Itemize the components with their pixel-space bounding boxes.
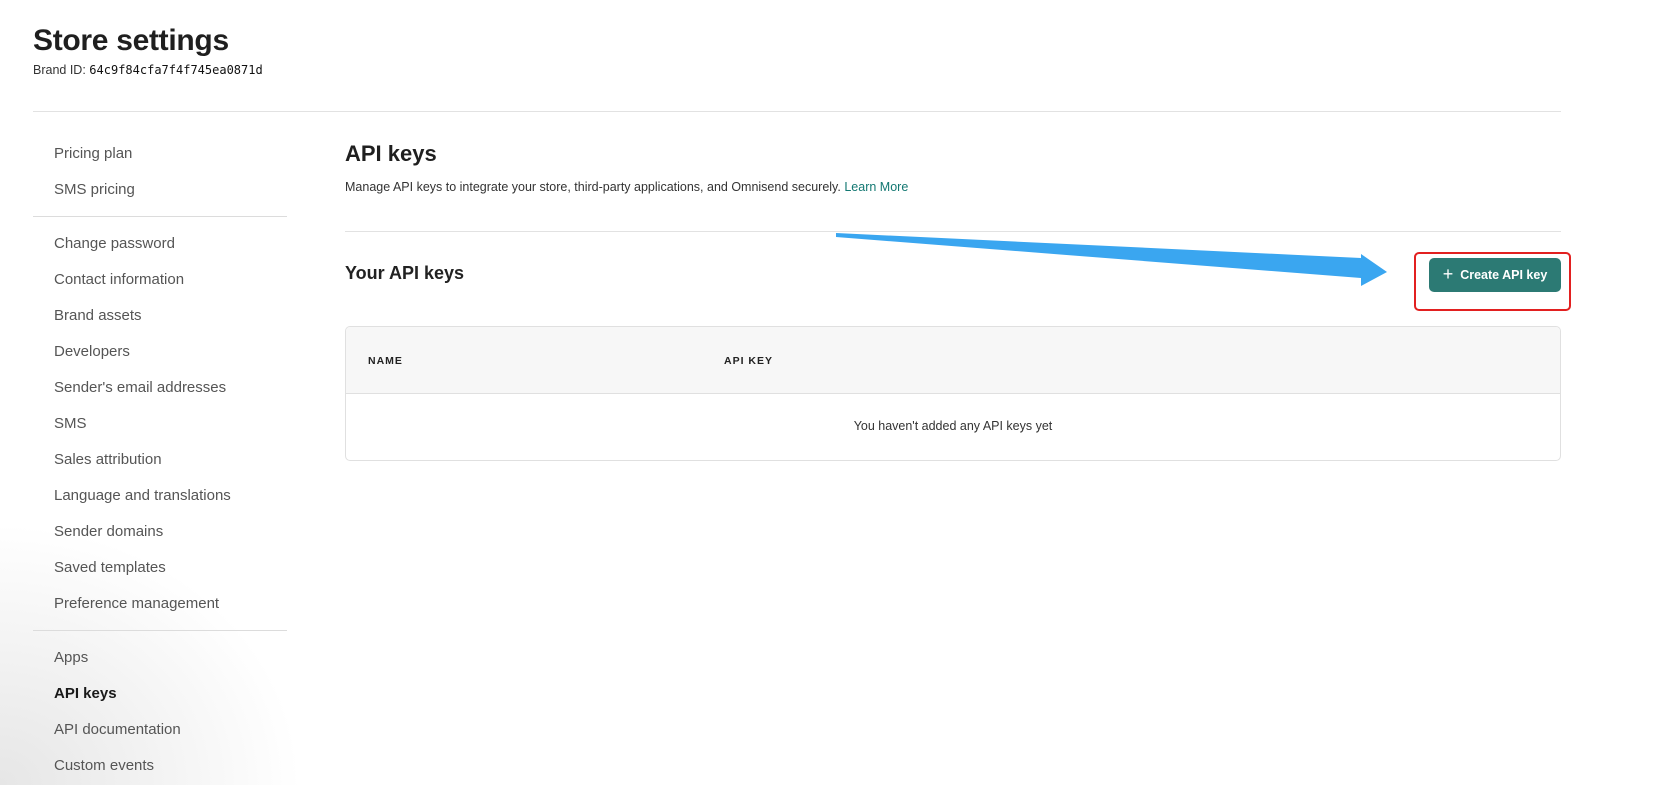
section-title: API keys bbox=[345, 141, 437, 166]
sidebar-item-api-keys[interactable]: API keys bbox=[54, 676, 287, 712]
sidebar-item-pricing-plan[interactable]: Pricing plan bbox=[54, 136, 287, 172]
your-api-keys-title: Your API keys bbox=[345, 263, 465, 283]
sidebar-item-sms[interactable]: SMS bbox=[54, 406, 287, 442]
plus-icon: + bbox=[1442, 264, 1454, 284]
column-header-api-key: API KEY bbox=[724, 355, 774, 367]
learn-more-link[interactable]: Learn More bbox=[844, 180, 908, 194]
sidebar-item-saved-templates[interactable]: Saved templates bbox=[54, 550, 287, 586]
description-text: Manage API keys to integrate your store,… bbox=[345, 180, 841, 194]
brand-id-label: Brand ID: bbox=[33, 63, 86, 77]
create-api-key-label: Create API key bbox=[1460, 268, 1548, 282]
sidebar-divider bbox=[33, 216, 287, 217]
section-divider bbox=[345, 231, 1561, 232]
sidebar-group: Apps API keys API documentation Custom even… bbox=[33, 640, 287, 784]
page-title: Store settings bbox=[33, 24, 229, 57]
sidebar-item-custom-events[interactable]: Custom events bbox=[54, 748, 287, 784]
table-header: NAME API KEY bbox=[346, 327, 1560, 394]
settings-sidebar: Pricing plan SMS pricing Change password Co… bbox=[33, 136, 287, 784]
sidebar-item-change-password[interactable]: Change password bbox=[54, 226, 287, 262]
sidebar-item-sender-domains[interactable]: Sender domains bbox=[54, 514, 287, 550]
empty-state-message: You haven't added any API keys yet bbox=[853, 419, 1053, 433]
header-divider bbox=[33, 111, 1561, 112]
sidebar-item-api-documentation[interactable]: API documentation bbox=[54, 712, 287, 748]
sidebar-group: Pricing plan SMS pricing bbox=[33, 136, 287, 208]
brand-id-value: 64c9f84cfa7f4f745ea0871d bbox=[89, 63, 263, 77]
api-keys-table: NAME API KEY You haven't added any API k… bbox=[345, 326, 1561, 461]
brand-id-line: Brand ID: 64c9f84cfa7f4f745ea0871d bbox=[33, 63, 263, 77]
sidebar-item-sender-s-email-addresses[interactable]: Sender's email addresses bbox=[54, 370, 287, 406]
sidebar-divider bbox=[33, 630, 287, 631]
create-api-key-button[interactable]: + Create API key bbox=[1429, 258, 1561, 292]
sidebar-item-sales-attribution[interactable]: Sales attribution bbox=[54, 442, 287, 478]
sidebar-item-contact-information[interactable]: Contact information bbox=[54, 262, 287, 298]
sidebar-group: Change password Contact information Brand … bbox=[33, 226, 287, 622]
sidebar-item-brand-assets[interactable]: Brand assets bbox=[54, 298, 287, 334]
sidebar-item-apps[interactable]: Apps bbox=[54, 640, 287, 676]
sidebar-item-sms-pricing[interactable]: SMS pricing bbox=[54, 172, 287, 208]
section-description: Manage API keys to integrate your store,… bbox=[345, 180, 908, 194]
annotation-arrow-shape bbox=[836, 233, 1387, 286]
sidebar-item-developers[interactable]: Developers bbox=[54, 334, 287, 370]
sidebar-item-language-and-translations[interactable]: Language and translations bbox=[54, 478, 287, 514]
sidebar-item-preference-management[interactable]: Preference management bbox=[54, 586, 287, 622]
column-header-name: NAME bbox=[368, 355, 403, 367]
